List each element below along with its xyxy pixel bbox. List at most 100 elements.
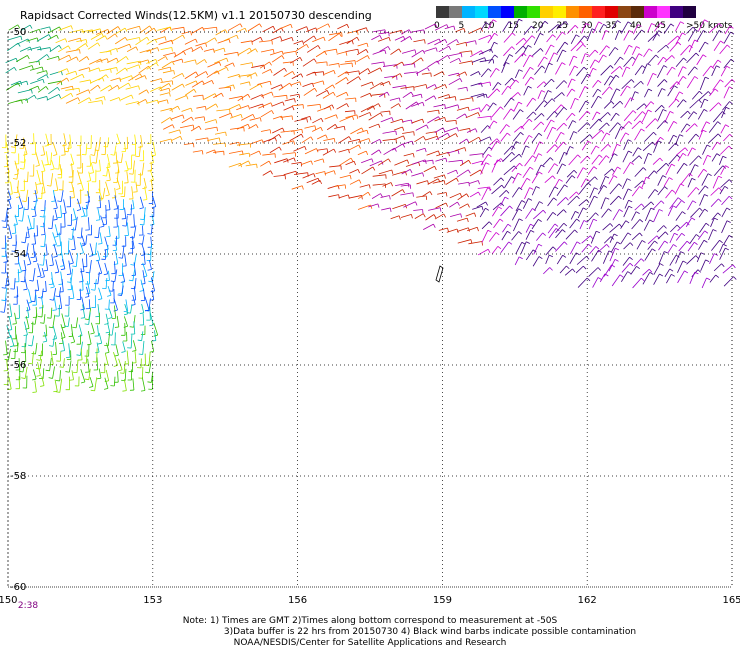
wind-barb [712, 79, 721, 91]
wind-barb [52, 142, 58, 155]
wind-barb [139, 196, 144, 208]
wind-barb [454, 147, 465, 152]
wind-barb-tick [647, 153, 652, 156]
wind-barb-tick [597, 95, 602, 99]
wind-barb-tick [585, 178, 590, 182]
wind-barb-tick [500, 177, 505, 182]
wind-barb [559, 265, 567, 274]
wind-barb-tick [282, 127, 285, 132]
wind-barb-tick [90, 289, 96, 291]
wind-barb [600, 197, 606, 210]
wind-barb [644, 248, 653, 261]
wind-barb [570, 211, 576, 220]
wind-barb [522, 166, 531, 179]
wind-barb-tick [50, 168, 55, 171]
wind-barb [37, 74, 47, 81]
wind-barb-tick [46, 70, 48, 75]
wind-barb-tick [103, 96, 106, 101]
wind-barb-tick [85, 39, 88, 44]
wind-barb [111, 323, 115, 336]
wind-barb [87, 217, 90, 230]
wind-barb [206, 70, 218, 78]
wind-barb [522, 198, 529, 209]
wind-barb [609, 122, 618, 133]
wind-barb-tick [550, 44, 555, 48]
wind-barb [245, 163, 257, 167]
wind-barb-tick [573, 55, 578, 59]
wind-barb [698, 41, 706, 53]
wind-barb-tick [193, 89, 197, 93]
wind-barb-tick [577, 154, 581, 158]
wind-barb-tick [485, 94, 488, 99]
wind-barb [448, 159, 463, 163]
wind-barb-tick [129, 173, 134, 175]
wind-barb-tick [457, 150, 460, 155]
wind-barb [544, 62, 550, 74]
wind-barb-tick [493, 102, 497, 106]
wind-barb-tick [6, 336, 11, 339]
wind-barb-tick [38, 61, 40, 66]
wind-barb-tick [13, 224, 18, 226]
wind-barb [9, 303, 13, 317]
wind-barb-tick [84, 323, 89, 325]
wind-barb-tick [464, 71, 468, 76]
wind-barb-tick [485, 162, 490, 165]
wind-barb [456, 217, 468, 222]
wind-barb-tick [730, 58, 735, 63]
wind-barb-tick [704, 41, 709, 45]
wind-barb-tick [552, 126, 557, 130]
wind-barb [647, 170, 655, 179]
wind-barb [647, 23, 652, 33]
wind-barb [469, 153, 483, 156]
wind-barb [258, 102, 272, 109]
wind-barb [416, 180, 428, 185]
wind-barb [449, 201, 458, 208]
wind-barb [459, 50, 472, 53]
wind-barb-tick [607, 112, 611, 116]
wind-barb [456, 169, 469, 178]
wind-barb-tick [32, 378, 37, 381]
wind-barb-tick [372, 166, 376, 171]
wind-barb [644, 101, 652, 109]
wind-barb-tick [258, 150, 262, 155]
wind-barb [542, 157, 551, 166]
wind-barb [724, 79, 733, 88]
wind-barb [89, 155, 91, 167]
wind-barb [687, 178, 693, 188]
wind-barb-tick [686, 240, 691, 245]
wind-barb-tick [356, 114, 359, 119]
wind-barb [687, 200, 694, 211]
wind-barb [289, 133, 302, 142]
wind-barb-tick [70, 25, 73, 30]
wind-barb-tick [663, 56, 667, 60]
wind-barb [567, 78, 573, 88]
wind-barb [184, 59, 196, 63]
wind-barb [316, 61, 327, 64]
wind-barb-tick [569, 146, 574, 149]
wind-barb-tick [618, 183, 622, 187]
wind-barb-tick [365, 150, 369, 155]
wind-barb-tick [596, 111, 601, 115]
wind-barb [643, 153, 649, 165]
wind-barb-tick [66, 281, 72, 283]
wind-barb [60, 92, 72, 100]
wind-barb [171, 26, 184, 30]
latitude-label: -54 [10, 249, 26, 260]
wind-barb-tick [682, 152, 687, 156]
wind-barb-tick [592, 67, 597, 71]
wind-barb-tick [726, 220, 731, 223]
wind-barb [260, 110, 272, 118]
wind-barb [359, 68, 369, 75]
wind-barb [95, 35, 106, 42]
wind-barb [435, 202, 447, 209]
wind-barb [184, 71, 197, 80]
wind-barb [445, 177, 457, 185]
wind-swaths [0, 18, 737, 393]
wind-barb [283, 50, 296, 54]
wind-barb-tick [564, 241, 568, 245]
wind-barb-tick [459, 193, 463, 198]
wind-barb [402, 91, 412, 99]
wind-barb-tick [725, 247, 729, 251]
wind-barb [259, 61, 270, 69]
wind-barb [698, 185, 706, 195]
